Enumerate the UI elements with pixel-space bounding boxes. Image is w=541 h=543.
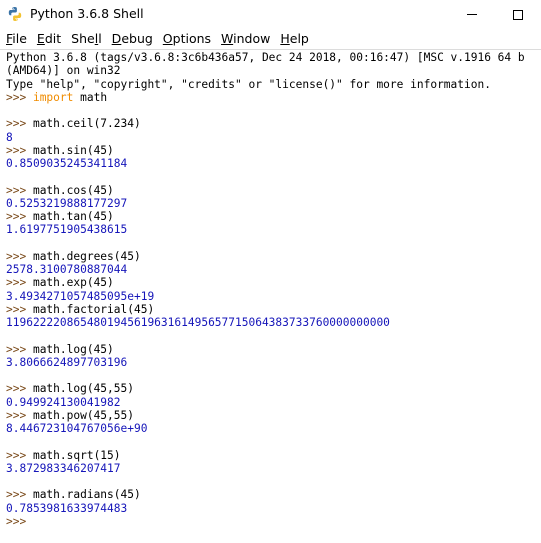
menu-debug-mnemonic: D — [111, 31, 122, 46]
shell-prompt: >>> — [6, 117, 33, 131]
shell-output-line: 3.8066624897703196 — [6, 355, 128, 369]
shell-code: math — [73, 90, 108, 104]
shell-input-line: >>> math.ceil(7.234) — [6, 117, 525, 130]
shell-input-line: >>> — [6, 515, 525, 528]
shell-code: math.cos(45) — [32, 183, 114, 197]
menu-help[interactable]: Help — [276, 29, 313, 49]
shell-prompt: >>> — [6, 302, 33, 316]
shell-input-line: >>> math.sqrt(15) — [6, 449, 525, 462]
shell-prompt: >>> — [6, 276, 33, 290]
shell-output-line: 8.446723104767056e+90 — [6, 422, 148, 435]
python-logo-icon — [8, 7, 22, 21]
shell-code: math.log(45) — [32, 342, 114, 356]
shell-output-line: 0.8509035245341184 — [6, 157, 128, 170]
menu-options-mnemonic: O — [162, 31, 173, 46]
shell-blank-line — [6, 237, 525, 250]
shell-prompt: >>> — [6, 408, 33, 422]
menu-window-label: indow — [233, 31, 271, 46]
shell-code: math.tan(45) — [32, 210, 114, 223]
shell-prompt: >>> — [6, 382, 33, 396]
shell-input-line: >>> math.sin(45) — [6, 144, 525, 157]
shell-banner-line: Python 3.6.8 (tags/v3.6.8:3c6b436a57, De… — [6, 51, 525, 64]
menu-window[interactable]: Window — [217, 29, 274, 49]
shell-code: math.factorial(45) — [32, 302, 155, 316]
shell-input-line: >>> math.factorial(45) — [6, 303, 525, 316]
shell-code: math.pow(45,55) — [32, 408, 134, 422]
shell-banner-line: (AMD64)] on win32 — [6, 64, 121, 78]
shell-code: math.radians(45) — [32, 488, 141, 502]
shell-input-line: >>> math.exp(45) — [6, 276, 525, 289]
shell-input-line: >>> math.cos(45) — [6, 184, 525, 197]
menu-edit-mnemonic: E — [36, 31, 45, 46]
shell-banner-line: Type "help", "copyright", "credits" or "… — [6, 77, 491, 91]
shell-output-line: 3.872983346207417 — [6, 461, 121, 475]
shell-prompt: >>> — [6, 183, 33, 197]
menu-debug-label: ebug — [121, 31, 153, 46]
minimize-button[interactable] — [449, 0, 495, 29]
shell-code: math.log(45,55) — [32, 382, 134, 396]
title-bar[interactable]: Python 3.6.8 Shell — [0, 0, 541, 29]
shell-blank-line — [6, 435, 525, 448]
shell-input-line: >>> import math — [6, 91, 525, 104]
shell-output-line: 0.7853981633974483 — [6, 501, 128, 515]
shell-blank-line — [6, 170, 525, 183]
shell-output-line: 0.949924130041982 — [6, 395, 121, 409]
menu-file[interactable]: File — [2, 29, 31, 49]
shell-prompt: >>> — [6, 249, 33, 263]
shell-output-line: 1196222208654801945619631614956577150643… — [6, 316, 390, 329]
shell-input-line: >>> math.radians(45) — [6, 488, 525, 501]
shell-output-line: 1.6197751905438615 — [6, 223, 128, 237]
menu-options-label: ptions — [172, 31, 212, 46]
shell-input-line: >>> math.log(45,55) — [6, 382, 525, 395]
shell-output-line: 3.4934271057485095e+19 — [6, 289, 155, 303]
minimize-icon — [467, 14, 477, 15]
menu-options[interactable]: Options — [159, 29, 215, 49]
shell-input-line: >>> math.pow(45,55) — [6, 409, 525, 422]
menu-file-label: ile — [12, 31, 27, 46]
shell-prompt: >>> — [6, 448, 33, 462]
shell-output-line: 2578.3100780887044 — [6, 263, 128, 276]
shell-input-line: >>> math.degrees(45) — [6, 250, 525, 263]
shell-input-line: >>> math.log(45) — [6, 343, 525, 356]
shell-blank-line — [6, 369, 525, 382]
menu-edit[interactable]: Edit — [33, 29, 65, 49]
window-title: Python 3.6.8 Shell — [30, 6, 144, 21]
shell-output-line: 8 — [6, 130, 13, 144]
menu-debug[interactable]: Debug — [108, 29, 157, 49]
shell-prompt: >>> — [6, 342, 33, 356]
menu-bar: File Edit Shell Debug Options Window Hel… — [0, 29, 541, 49]
maximize-icon — [513, 9, 523, 20]
shell-code: math.sin(45) — [32, 143, 114, 157]
shell-prompt: >>> — [6, 210, 33, 223]
shell-blank-line — [6, 104, 525, 117]
shell-code: math.ceil(7.234) — [32, 117, 141, 131]
shell-keyword: import — [32, 90, 74, 104]
menu-shell-label-start: She — [71, 31, 95, 46]
shell-prompt: >>> — [6, 488, 33, 502]
menu-shell-label: l — [98, 31, 102, 46]
menu-help-mnemonic: H — [280, 31, 290, 46]
shell-lines: Python 3.6.8 (tags/v3.6.8:3c6b436a57, De… — [6, 51, 525, 528]
shell-code: math.sqrt(15) — [32, 448, 121, 462]
maximize-button[interactable] — [495, 0, 541, 29]
shell-code: math.exp(45) — [32, 276, 114, 290]
menu-help-label: elp — [289, 31, 309, 46]
shell-blank-line — [6, 475, 525, 488]
menu-edit-label: dit — [44, 31, 62, 46]
shell-input-line: >>> math.tan(45) — [6, 210, 525, 223]
shell-prompt: >>> — [6, 90, 33, 104]
shell-code: math.degrees(45) — [32, 249, 141, 263]
menu-shell[interactable]: Shell — [67, 29, 106, 49]
shell-text-area[interactable]: Python 3.6.8 (tags/v3.6.8:3c6b436a57, De… — [0, 49, 541, 543]
shell-output-line: 0.5253219888177297 — [6, 196, 128, 210]
menu-window-mnemonic: W — [221, 31, 234, 46]
shell-prompt: >>> — [6, 143, 33, 157]
shell-blank-line — [6, 329, 525, 342]
shell-prompt: >>> — [6, 514, 33, 528]
